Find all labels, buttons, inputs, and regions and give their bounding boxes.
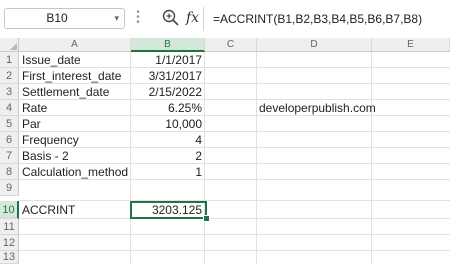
formula-text: =ACCRINT(B1,B2,B3,B4,B5,B6,B7,B8) xyxy=(213,12,423,26)
row-header-5[interactable]: 5 xyxy=(0,116,19,132)
cell-b8[interactable]: 1 xyxy=(131,164,205,180)
vertical-dots-icon[interactable]: • • • xyxy=(135,8,141,28)
row-header-12[interactable]: 12 xyxy=(0,235,19,251)
cell-b7[interactable]: 2 xyxy=(131,148,205,164)
row-header-3[interactable]: 3 xyxy=(0,84,19,100)
fx-icon[interactable]: fx xyxy=(186,10,199,27)
formula-toolbar: B10 ▾ • • • fx =ACCRINT(B1,B2,B3,B4,B5,B6,… xyxy=(0,0,450,38)
select-all-corner[interactable] xyxy=(0,38,19,52)
cell-a4[interactable]: Rate xyxy=(19,100,131,116)
cell-a7[interactable]: Basis - 2 xyxy=(19,148,131,164)
row-header-1[interactable]: 1 xyxy=(0,52,19,68)
cell-b6[interactable]: 4 xyxy=(131,132,205,148)
column-header-d[interactable]: D xyxy=(257,38,372,52)
row-header-7[interactable]: 7 xyxy=(0,148,19,164)
gridline xyxy=(19,218,450,219)
cell-b1[interactable]: 1/1/2017 xyxy=(131,52,205,68)
column-header-e[interactable]: E xyxy=(372,38,450,52)
gridline xyxy=(19,200,450,201)
column-header-a[interactable]: A xyxy=(19,38,131,52)
cell-b5[interactable]: 10,000 xyxy=(131,116,205,132)
row-header-9[interactable]: 9 xyxy=(0,180,19,196)
row-header-10[interactable]: 10 xyxy=(0,201,19,219)
zoom-in-icon[interactable] xyxy=(161,8,181,28)
gridline xyxy=(19,234,450,235)
row-header-11[interactable]: 11 xyxy=(0,219,19,235)
spreadsheet-grid: A B C D E 1 2 3 4 5 6 7 8 9 10 11 12 13 … xyxy=(0,38,450,264)
fill-handle[interactable] xyxy=(203,215,210,222)
name-box-value: B10 xyxy=(46,11,68,25)
cell-b3[interactable]: 2/15/2022 xyxy=(131,84,205,100)
cell-a10[interactable]: ACCRINT xyxy=(19,202,131,218)
cell-b2[interactable]: 3/31/2017 xyxy=(131,68,205,84)
formula-input[interactable]: =ACCRINT(B1,B2,B3,B4,B5,B6,B7,B8) xyxy=(203,7,450,31)
row-header-4[interactable]: 4 xyxy=(0,100,19,116)
cell-d4[interactable]: developerpublish.com xyxy=(256,100,376,116)
column-header-c[interactable]: C xyxy=(205,38,257,52)
cell-a6[interactable]: Frequency xyxy=(19,132,131,148)
name-box[interactable]: B10 ▾ xyxy=(4,8,125,29)
row-header-2[interactable]: 2 xyxy=(0,68,19,84)
cell-a1[interactable]: Issue_date xyxy=(19,52,131,68)
row-header-13[interactable]: 13 xyxy=(0,251,19,264)
row-header-8[interactable]: 8 xyxy=(0,164,19,180)
column-header-b[interactable]: B xyxy=(131,38,205,52)
cell-a3[interactable]: Settlement_date xyxy=(19,84,131,100)
chevron-down-icon[interactable]: ▾ xyxy=(114,11,119,26)
cell-a5[interactable]: Par xyxy=(19,116,131,132)
row-header-6[interactable]: 6 xyxy=(0,132,19,148)
cell-b4[interactable]: 6.25% xyxy=(131,100,205,116)
cell-a8[interactable]: Calculation_method xyxy=(19,164,131,180)
gridline xyxy=(19,250,450,251)
active-cell-border xyxy=(130,201,207,219)
cell-a2[interactable]: First_interest_date xyxy=(19,68,131,84)
